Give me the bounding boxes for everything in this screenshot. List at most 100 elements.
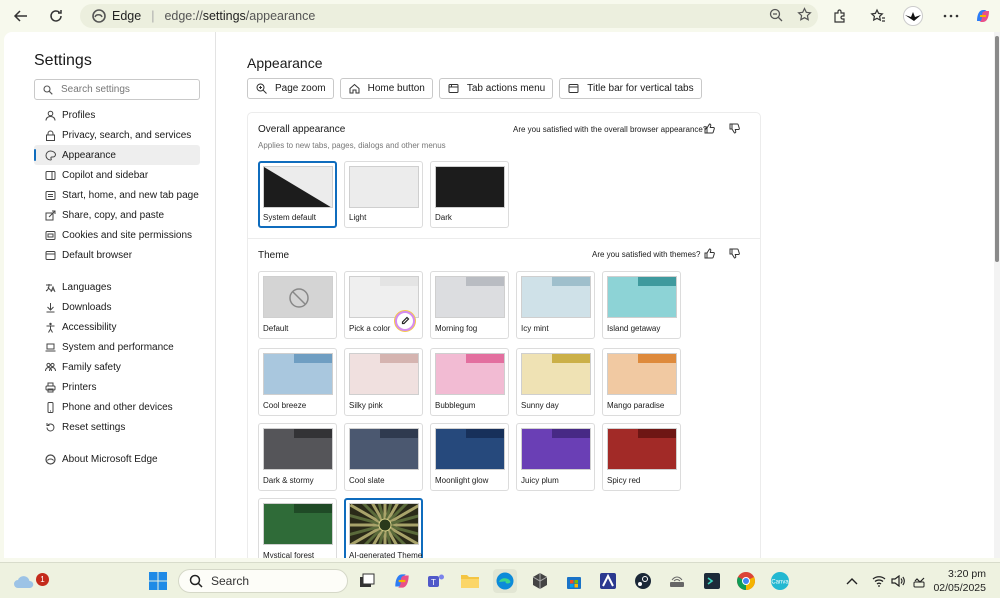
svg-text:T: T <box>431 578 436 587</box>
teams-icon: T <box>428 574 444 587</box>
page-zoom-button[interactable]: Page zoom <box>247 78 334 99</box>
title-bar-vertical-tabs-button[interactable]: Title bar for vertical tabs <box>559 78 702 99</box>
overall-appearance-subtitle: Applies to new tabs, pages, dialogs and … <box>258 141 446 150</box>
appearance-option-light[interactable]: Light <box>344 161 423 228</box>
network-status-button[interactable] <box>872 563 886 598</box>
sidebar-item-system[interactable]: System and performance <box>34 337 200 357</box>
copilot-icon <box>977 10 989 22</box>
weather-widget[interactable]: 1 <box>12 569 49 593</box>
theme-option-ai-generated-theme[interactable]: AI-generated Theme <box>344 498 423 558</box>
eyedropper-icon[interactable] <box>395 311 415 331</box>
theme-option-mystical-forest[interactable]: Mystical forest <box>258 498 337 558</box>
sidebar-item-profiles[interactable]: Profiles <box>34 105 200 125</box>
app-cube-button[interactable] <box>528 569 552 593</box>
sidebar-item-printers[interactable]: Printers <box>34 377 200 397</box>
file-explorer-button[interactable] <box>458 569 482 593</box>
app-vs-button[interactable] <box>596 569 620 593</box>
sidebar-item-reset[interactable]: Reset settings <box>34 417 200 437</box>
theme-option-bubblegum[interactable]: Bubblegum <box>430 348 509 416</box>
theme-option-morning-fog[interactable]: Morning fog <box>430 271 509 339</box>
show-hidden-icons-button[interactable] <box>846 563 858 598</box>
start-button[interactable] <box>146 569 170 593</box>
taskbar-clock[interactable]: 3:20 pm 02/05/2025 <box>933 567 986 595</box>
back-button[interactable] <box>10 5 32 27</box>
edge-label: Edge <box>112 9 142 23</box>
phone-icon <box>44 401 56 413</box>
copilot-taskbar-button[interactable] <box>390 569 414 593</box>
theme-option-island-getaway[interactable]: Island getaway <box>602 271 681 339</box>
sidebar-item-about[interactable]: About Microsoft Edge <box>34 449 200 469</box>
theme-option-juicy-plum[interactable]: Juicy plum <box>516 423 595 491</box>
theme-option-label: Morning fog <box>435 324 478 333</box>
theme-option-pick-a-color[interactable]: Pick a color <box>344 271 423 339</box>
theme-preview <box>263 503 333 545</box>
theme-preview <box>263 428 333 470</box>
theme-preview <box>607 428 677 470</box>
appearance-option-label: Light <box>349 213 367 222</box>
sidebar-item-copilot[interactable]: Copilot and sidebar <box>34 165 200 185</box>
scrollbar-thumb[interactable] <box>995 36 999 262</box>
sidebar-item-appearance[interactable]: Appearance <box>34 145 200 165</box>
sidebar-item-default-browser[interactable]: Default browser <box>34 245 200 265</box>
sidebar-item-family[interactable]: Family safety <box>34 357 200 377</box>
theme-option-silky-pink[interactable]: Silky pink <box>344 348 423 416</box>
sidebar-icon <box>44 169 56 181</box>
overall-feedback-question: Are you satisfied with the overall brows… <box>513 125 708 134</box>
store-button[interactable] <box>562 569 586 593</box>
theme-option-sunny-day[interactable]: Sunny day <box>516 348 595 416</box>
sidebar-item-privacy[interactable]: Privacy, search, and services <box>34 125 200 145</box>
theme-option-default[interactable]: Default <box>258 271 337 339</box>
url-text: edge://settings/appearance <box>164 9 316 23</box>
steam-button[interactable] <box>631 569 655 593</box>
theme-option-spicy-red[interactable]: Spicy red <box>602 423 681 491</box>
sidebar-item-accessibility[interactable]: Accessibility <box>34 317 200 337</box>
refresh-button[interactable] <box>45 5 67 27</box>
search-settings-input[interactable]: Search settings <box>34 79 200 100</box>
copilot-button[interactable] <box>972 5 994 27</box>
sidebar-item-start-home[interactable]: Start, home, and new tab page <box>34 185 200 205</box>
task-view-button[interactable] <box>355 569 379 593</box>
canva-button[interactable]: Canva <box>768 569 792 593</box>
theme-option-label: Pick a color <box>349 324 391 333</box>
theme-option-moonlight-glow[interactable]: Moonlight glow <box>430 423 509 491</box>
home-button-button[interactable]: Home button <box>339 78 433 99</box>
theme-option-label: Moonlight glow <box>435 476 489 485</box>
appearance-option-dark[interactable]: Dark <box>430 161 509 228</box>
taskbar-search[interactable]: Search <box>178 569 348 593</box>
edge-icon <box>44 453 56 465</box>
appearance-option-system-default[interactable]: System default <box>258 161 337 228</box>
address-bar[interactable]: Edge | edge://settings/appearance <box>80 4 818 28</box>
profile-button[interactable] <box>902 5 924 27</box>
theme-option-cool-breeze[interactable]: Cool breeze <box>258 348 337 416</box>
edge-taskbar-button[interactable] <box>493 569 517 593</box>
extensions-button[interactable] <box>829 5 851 27</box>
favorites-button[interactable] <box>867 5 889 27</box>
sidebar-item-languages[interactable]: Languages <box>34 277 200 297</box>
theme-option-cool-slate[interactable]: Cool slate <box>344 423 423 491</box>
theme-option-dark-stormy[interactable]: Dark & stormy <box>258 423 337 491</box>
sidebar-item-cookies[interactable]: Cookies and site permissions <box>34 225 200 245</box>
tab-actions-menu-button[interactable]: Tab actions menu <box>438 78 554 99</box>
zoom-icon <box>769 8 783 21</box>
teams-button[interactable]: T <box>424 569 448 593</box>
more-menu-button[interactable] <box>940 5 962 27</box>
battery-button[interactable] <box>912 563 926 598</box>
thumbs-down-icon[interactable] <box>728 122 740 134</box>
theme-option-icy-mint[interactable]: Icy mint <box>516 271 595 339</box>
volume-button[interactable] <box>891 563 905 598</box>
theme-option-mango-paradise[interactable]: Mango paradise <box>602 348 681 416</box>
wifi-icon <box>872 576 886 587</box>
thumbs-up-icon[interactable] <box>703 122 715 134</box>
terminal-app-button[interactable] <box>700 569 724 593</box>
sidebar-item-downloads[interactable]: Downloads <box>34 297 200 317</box>
sidebar-item-share[interactable]: Share, copy, and paste <box>34 205 200 225</box>
sidebar-item-phone[interactable]: Phone and other devices <box>34 397 200 417</box>
network-app-button[interactable] <box>665 569 689 593</box>
thumbs-down-icon[interactable] <box>728 247 740 259</box>
folder-icon <box>461 575 479 588</box>
thumbs-up-icon[interactable] <box>703 247 715 259</box>
page-scrollbar[interactable] <box>994 32 1000 558</box>
chrome-button[interactable] <box>734 569 758 593</box>
profile-icon <box>44 109 56 121</box>
theme-preview <box>349 428 419 470</box>
